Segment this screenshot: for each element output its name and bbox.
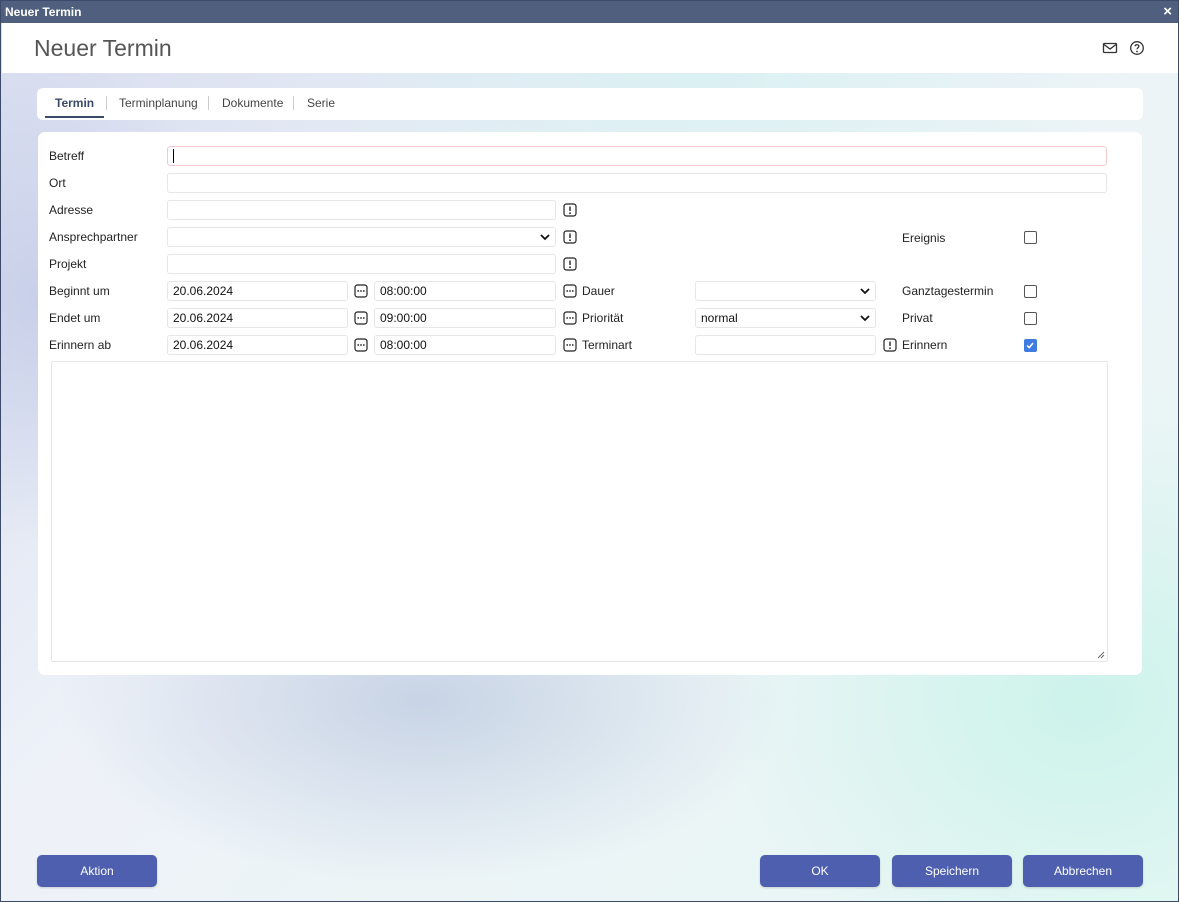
date-picker-icon[interactable]: [354, 284, 368, 298]
erinnern-ab-date-input[interactable]: 20.06.2024: [167, 335, 348, 355]
ort-label: Ort: [49, 176, 66, 190]
privat-checkbox[interactable]: [1024, 312, 1037, 325]
projekt-lookup-icon[interactable]: [563, 257, 577, 271]
adresse-lookup-icon[interactable]: [563, 203, 577, 217]
tab-dokumente[interactable]: Dokumente: [212, 88, 293, 118]
endet-time-input[interactable]: 09:00:00: [374, 308, 556, 328]
adresse-input[interactable]: [167, 200, 556, 220]
notes-textarea[interactable]: [51, 361, 1108, 662]
text-cursor: [173, 149, 174, 163]
erinnern-checkbox[interactable]: [1024, 339, 1037, 352]
date-picker-icon[interactable]: [354, 311, 368, 325]
dialog-header: Neuer Termin: [2, 23, 1178, 73]
date-picker-icon[interactable]: [354, 338, 368, 352]
tab-termin[interactable]: Termin: [45, 88, 105, 118]
prioritaet-select[interactable]: normal: [695, 308, 876, 328]
window-titlebar: Neuer Termin ×: [1, 1, 1178, 23]
chevron-down-icon: [860, 315, 870, 322]
mail-icon[interactable]: [1102, 40, 1118, 56]
endet-label: Endet um: [49, 311, 101, 325]
terminart-lookup-icon[interactable]: [883, 338, 897, 352]
terminart-label: Terminart: [582, 338, 633, 352]
ok-button[interactable]: OK: [760, 855, 880, 887]
ansprechpartner-label: Ansprechpartner: [49, 230, 138, 244]
erinnern-ab-label: Erinnern ab: [49, 338, 112, 352]
beginnt-date-input[interactable]: 20.06.2024: [167, 281, 348, 301]
tab-bar: Termin Terminplanung Dokumente Serie: [37, 88, 1143, 120]
tab-divider: [106, 96, 107, 110]
time-picker-icon[interactable]: [563, 284, 577, 298]
ort-input[interactable]: [167, 173, 1107, 193]
ereignis-label: Ereignis: [902, 231, 946, 245]
prioritaet-value: normal: [701, 311, 738, 325]
chevron-down-icon: [540, 234, 550, 241]
abbrechen-button[interactable]: Abbrechen: [1023, 855, 1143, 887]
resize-handle-icon[interactable]: [1097, 651, 1105, 659]
form-panel: Betreff Ort Adresse Ansprechpartner Erei…: [38, 132, 1142, 675]
tab-divider: [208, 96, 209, 110]
ansprechpartner-lookup-icon[interactable]: [563, 230, 577, 244]
beginnt-label: Beginnt um: [49, 284, 110, 298]
ansprechpartner-select[interactable]: [167, 227, 556, 247]
dauer-label: Dauer: [582, 284, 615, 298]
ganztagestermin-label: Ganztagestermin: [902, 284, 994, 298]
ganztagestermin-checkbox[interactable]: [1024, 285, 1037, 298]
speichern-button[interactable]: Speichern: [892, 855, 1012, 887]
page-title: Neuer Termin: [34, 35, 172, 61]
checkmark-icon: [1026, 342, 1034, 349]
help-icon[interactable]: [1129, 40, 1145, 56]
time-picker-icon[interactable]: [563, 311, 577, 325]
betreff-label: Betreff: [49, 149, 85, 163]
ereignis-checkbox[interactable]: [1024, 231, 1037, 244]
projekt-label: Projekt: [49, 257, 87, 271]
adresse-label: Adresse: [49, 203, 94, 217]
erinnern-label: Erinnern: [902, 338, 948, 352]
tab-terminplanung[interactable]: Terminplanung: [109, 88, 208, 118]
betreff-input[interactable]: [167, 146, 1107, 166]
dialog-window: Neuer Termin × Neuer Termin Termin Termi…: [0, 0, 1179, 902]
window-title: Neuer Termin: [5, 5, 82, 19]
close-icon[interactable]: ×: [1163, 1, 1172, 23]
tab-divider: [293, 96, 294, 110]
endet-date-input[interactable]: 20.06.2024: [167, 308, 348, 328]
aktion-button[interactable]: Aktion: [37, 855, 157, 887]
erinnern-ab-time-input[interactable]: 08:00:00: [374, 335, 556, 355]
prioritaet-label: Priorität: [582, 311, 624, 325]
chevron-down-icon: [860, 288, 870, 295]
time-picker-icon[interactable]: [563, 338, 577, 352]
terminart-input[interactable]: [695, 335, 876, 355]
tab-serie[interactable]: Serie: [297, 88, 345, 118]
projekt-input[interactable]: [167, 254, 556, 274]
privat-label: Privat: [902, 311, 933, 325]
beginnt-time-input[interactable]: 08:00:00: [374, 281, 556, 301]
dauer-select[interactable]: [695, 281, 876, 301]
